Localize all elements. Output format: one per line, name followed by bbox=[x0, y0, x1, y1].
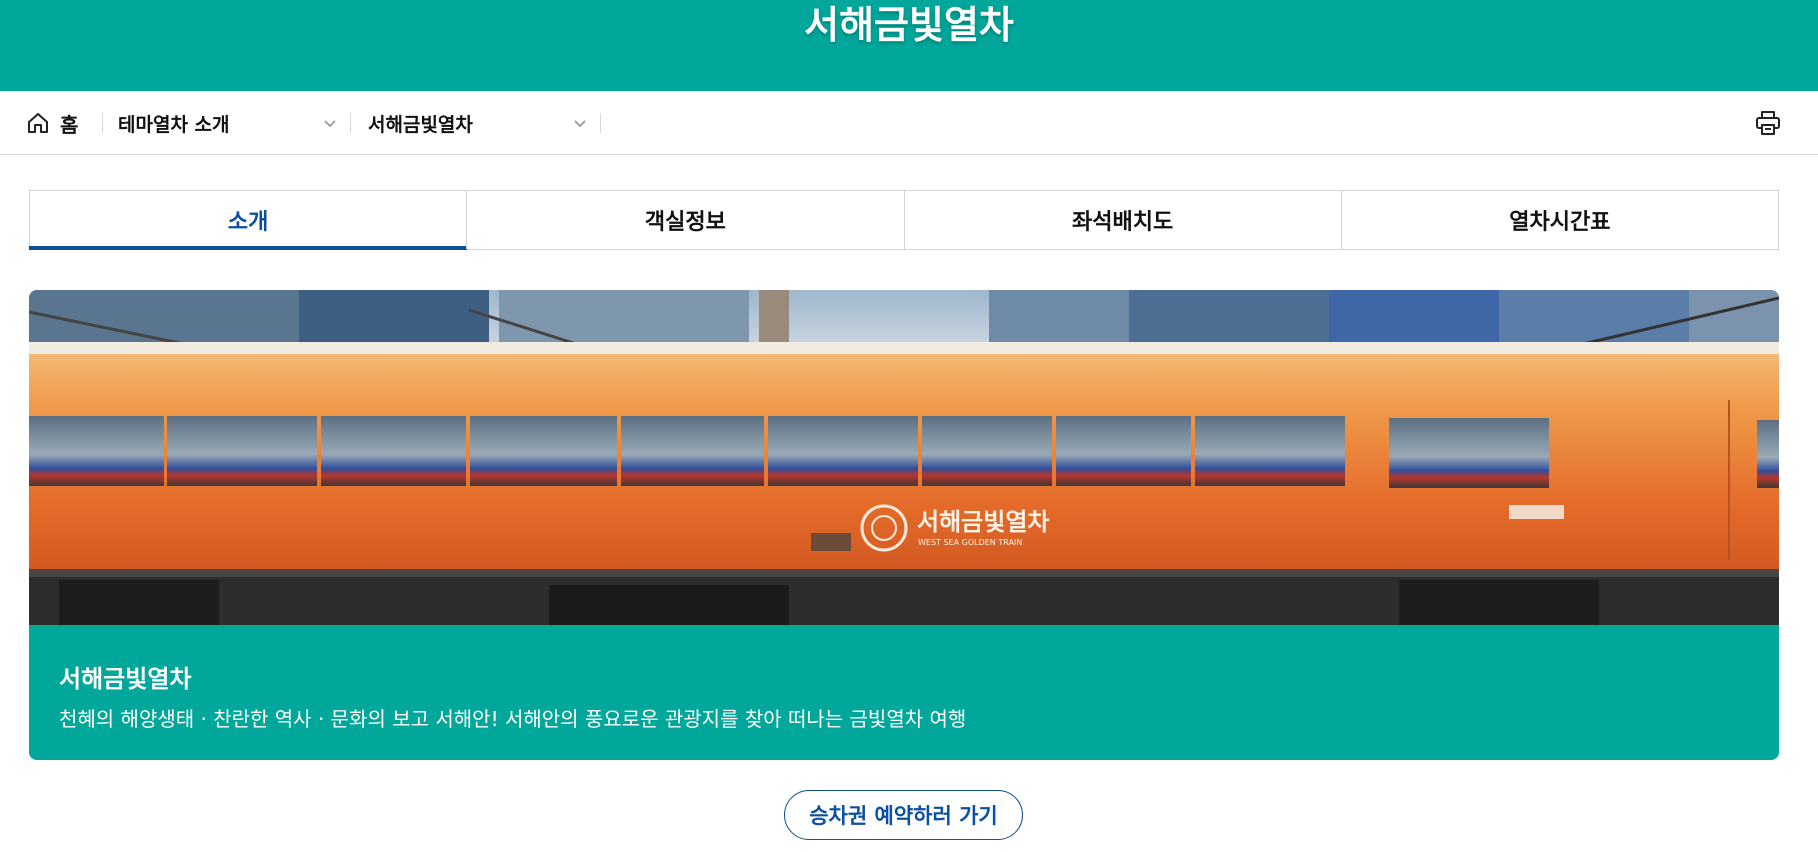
hero-title: 서해금빛열차 bbox=[59, 665, 192, 693]
reserve-ticket-button[interactable]: 승차권 예약하러 가기 bbox=[784, 790, 1023, 840]
chevron-down-icon bbox=[324, 120, 336, 128]
breadcrumb-dropdown-level1[interactable]: 테마열차 소개 bbox=[118, 109, 340, 137]
tab-cabin-info[interactable]: 객실정보 bbox=[466, 191, 903, 249]
breadcrumb: 홈 테마열차 소개 서해금빛열차 bbox=[0, 91, 1818, 155]
page-header-band: 서해금빛열차 bbox=[0, 0, 1818, 91]
print-icon[interactable] bbox=[1754, 109, 1782, 137]
breadcrumb-dropdown-level2[interactable]: 서해금빛열차 bbox=[368, 109, 590, 137]
breadcrumb-level2-label: 서해금빛열차 bbox=[368, 113, 473, 136]
breadcrumb-level1-label: 테마열차 소개 bbox=[118, 113, 230, 136]
train-logo-subtext: WEST SEA GOLDEN TRAIN bbox=[918, 538, 1022, 547]
breadcrumb-home-label: 홈 bbox=[60, 112, 79, 137]
breadcrumb-divider bbox=[600, 113, 601, 133]
breadcrumb-divider bbox=[102, 113, 103, 133]
hero-description: 천혜의 해양생태 · 찬란한 역사 · 문화의 보고 서해안! 서해안의 풍요로… bbox=[59, 707, 967, 731]
tab-timetable[interactable]: 열차시간표 bbox=[1340, 191, 1778, 249]
train-logo-text: 서해금빛열차 bbox=[917, 508, 1049, 536]
tab-intro[interactable]: 소개 bbox=[28, 191, 468, 250]
hero-caption: 서해금빛열차 천혜의 해양생태 · 찬란한 역사 · 문화의 보고 서해안! 서… bbox=[29, 625, 1779, 760]
train-photo: 서해금빛열차 WEST SEA GOLDEN TRAIN bbox=[29, 290, 1779, 625]
hero-card: 서해금빛열차 WEST SEA GOLDEN TRAIN 서해금빛열차 천혜의 … bbox=[29, 290, 1779, 760]
breadcrumb-divider bbox=[350, 113, 351, 133]
page-title: 서해금빛열차 bbox=[804, 3, 1014, 47]
home-icon bbox=[28, 113, 48, 133]
tab-seat-map[interactable]: 좌석배치도 bbox=[903, 191, 1341, 249]
tab-bar: 소개 객실정보 좌석배치도 열차시간표 bbox=[28, 190, 1779, 250]
chevron-down-icon bbox=[574, 120, 586, 128]
breadcrumb-home[interactable]: 홈 bbox=[26, 109, 78, 137]
